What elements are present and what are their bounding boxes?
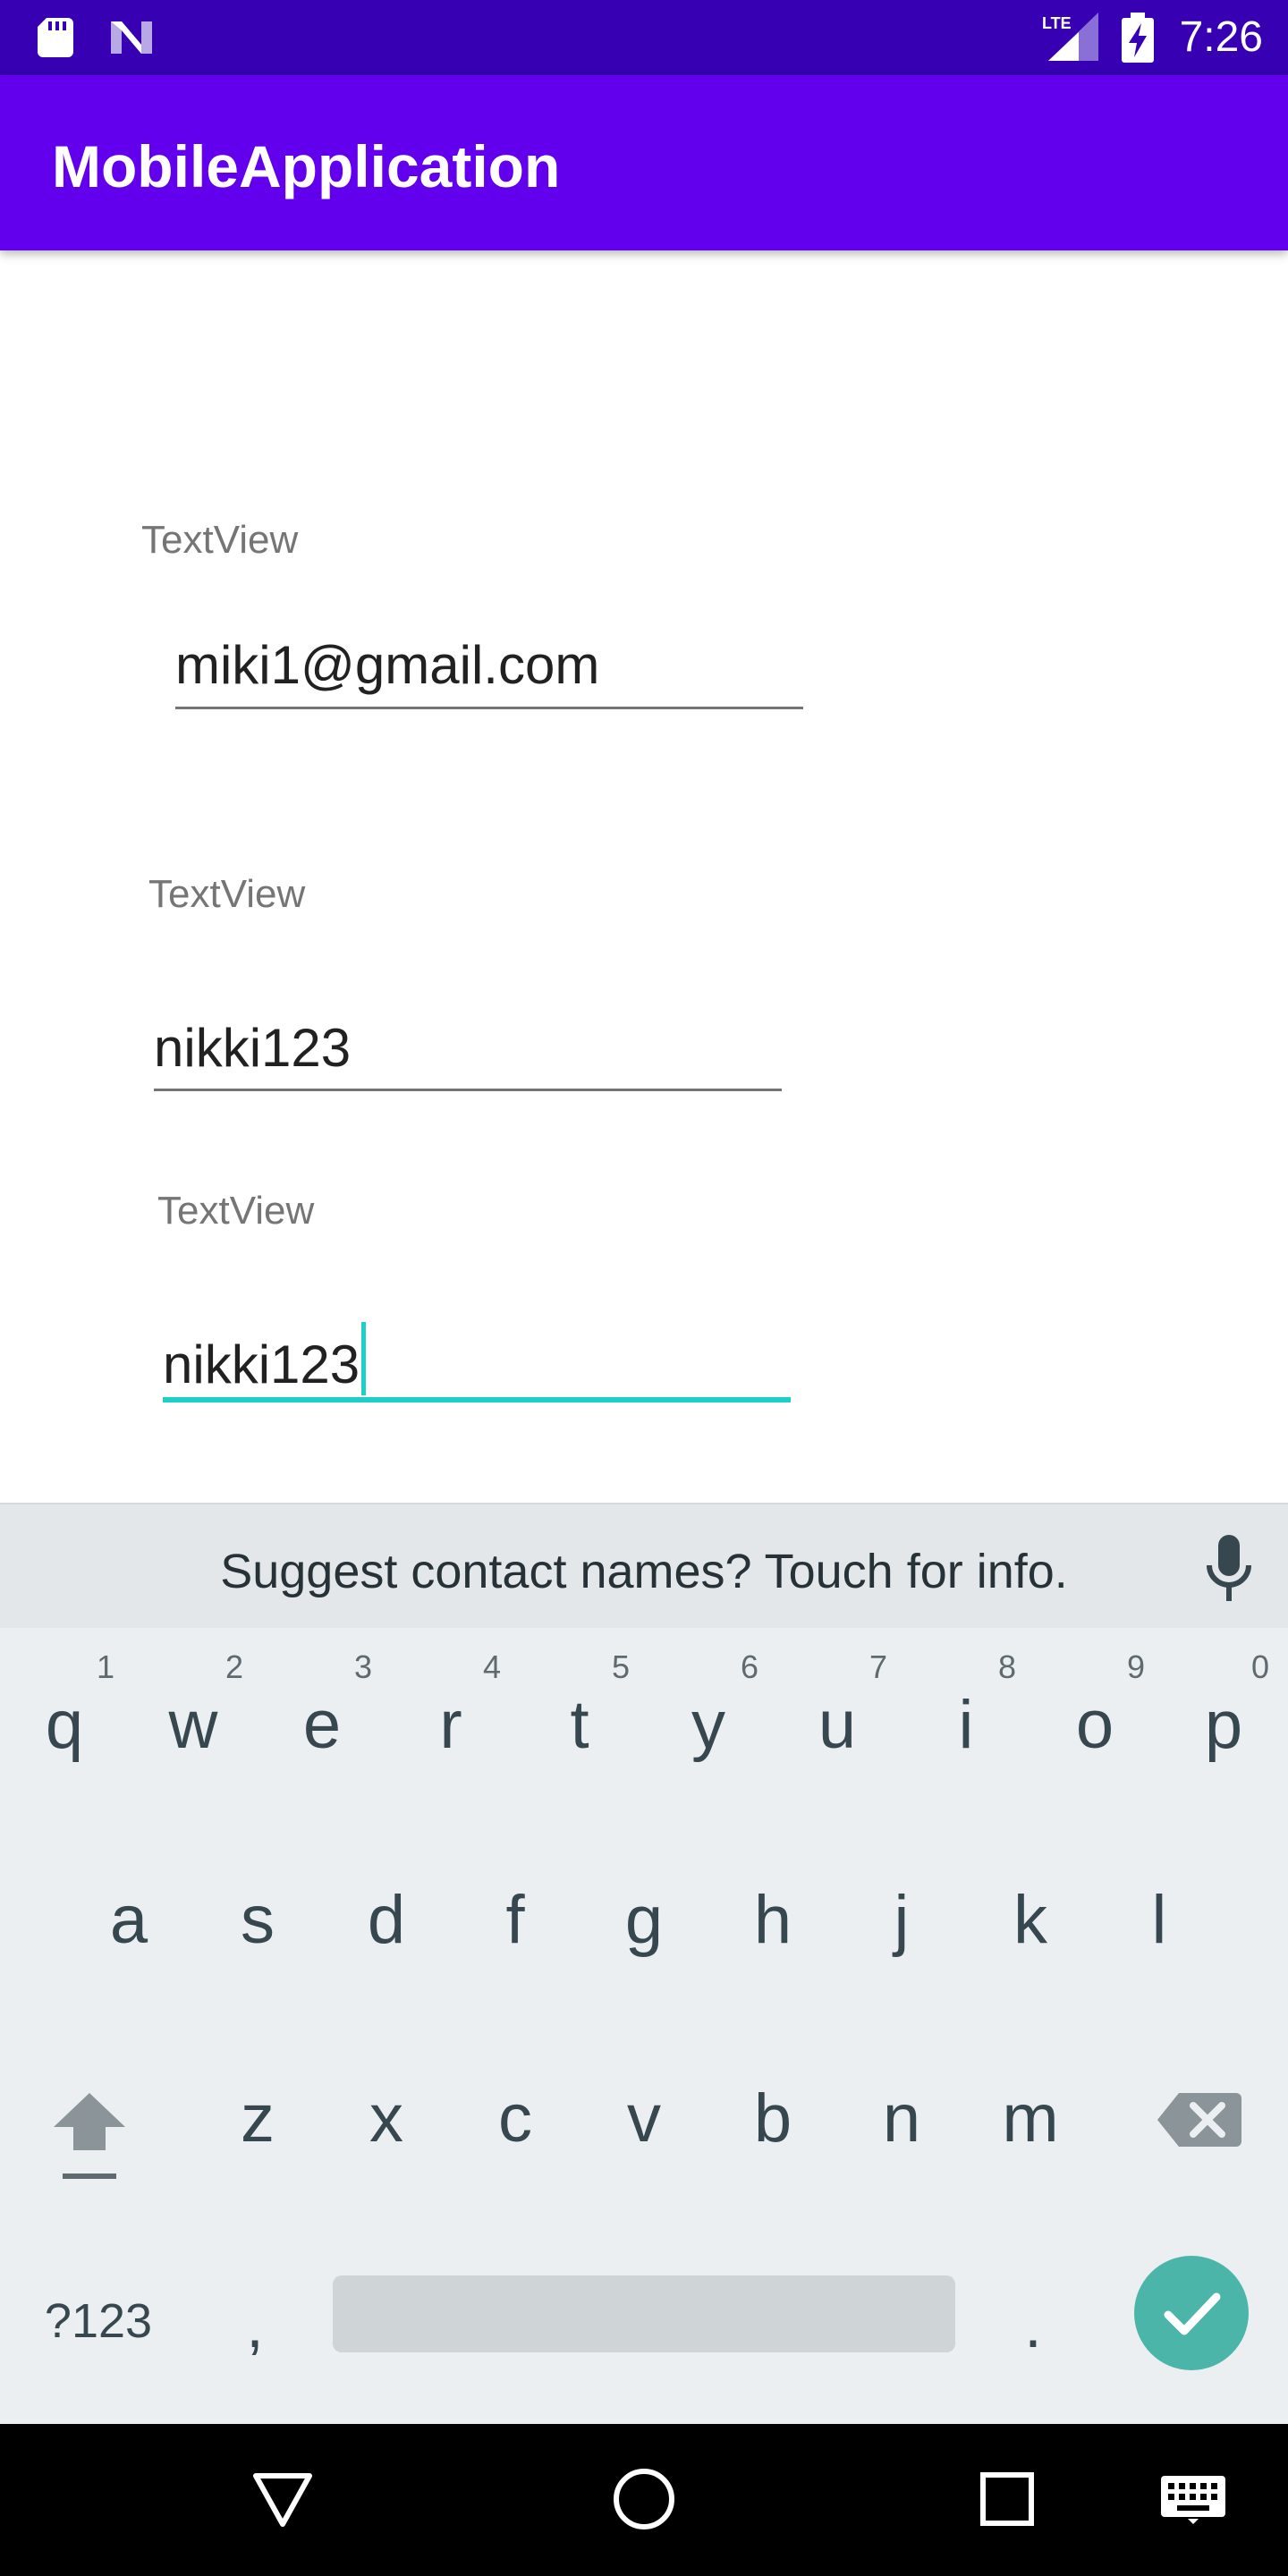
password-field[interactable]: nikki123 xyxy=(154,1016,351,1080)
comma-key[interactable]: , xyxy=(215,2290,295,2361)
key-v[interactable]: v xyxy=(580,2079,708,2159)
navigation-bar xyxy=(0,2424,1288,2576)
status-time: 7:26 xyxy=(1179,13,1263,61)
key-hint: 7 xyxy=(869,1648,888,1685)
symbols-key[interactable]: ?123 xyxy=(36,2290,161,2352)
confirm-password-value: nikki123 xyxy=(163,1335,360,1394)
back-icon[interactable] xyxy=(250,2467,315,2531)
confirm-password-field[interactable]: nikki123 xyxy=(163,1322,367,1397)
key-x[interactable]: x xyxy=(322,2079,451,2159)
backspace-icon[interactable] xyxy=(1154,2084,1243,2156)
recents-icon[interactable] xyxy=(979,2470,1036,2528)
key-g[interactable]: g xyxy=(580,1880,708,1961)
password-field-underline xyxy=(154,1089,782,1091)
key-u[interactable]: u xyxy=(773,1685,902,1766)
app-title: MobileApplication xyxy=(52,133,561,199)
key-h[interactable]: h xyxy=(708,1880,837,1961)
n-logo-icon xyxy=(111,21,152,54)
key-hint: 9 xyxy=(1126,1648,1146,1685)
key-z[interactable]: z xyxy=(193,2079,322,2159)
key-n[interactable]: n xyxy=(837,2079,966,2159)
signal-icon xyxy=(1048,13,1098,61)
microphone-icon[interactable] xyxy=(1202,1535,1256,1605)
key-hint: 3 xyxy=(353,1648,373,1685)
key-q[interactable]: q xyxy=(0,1685,129,1766)
keyboard-switch-icon[interactable] xyxy=(1161,2476,1225,2524)
home-icon[interactable] xyxy=(610,2465,678,2533)
email-field-underline xyxy=(175,707,803,709)
key-hint: 4 xyxy=(482,1648,502,1685)
key-j[interactable]: j xyxy=(837,1880,966,1961)
confirm-password-field-underline xyxy=(163,1397,791,1402)
key-hint: 2 xyxy=(225,1648,244,1685)
key-c[interactable]: c xyxy=(451,2079,580,2159)
key-a[interactable]: a xyxy=(64,1880,193,1961)
done-key[interactable] xyxy=(1134,2256,1249,2370)
keyboard: 1 2 3 4 5 6 7 8 9 0 q w e r t y u i o p … xyxy=(0,1628,1288,2424)
suggestion-text[interactable]: Suggest contact names? Touch for info. xyxy=(0,1540,1288,1603)
field-label-3: TextView xyxy=(157,1189,315,1233)
app-bar: MobileApplication xyxy=(0,75,1288,250)
text-cursor xyxy=(361,1322,367,1395)
key-i[interactable]: i xyxy=(902,1685,1030,1766)
key-p[interactable]: p xyxy=(1159,1685,1288,1766)
key-f[interactable]: f xyxy=(451,1880,580,1961)
field-label-2: TextView xyxy=(148,872,306,916)
key-l[interactable]: l xyxy=(1095,1880,1224,1961)
checkmark-icon xyxy=(1164,2292,1221,2335)
sdcard-icon xyxy=(38,18,73,57)
shift-icon[interactable] xyxy=(45,2084,134,2182)
key-hint: 5 xyxy=(611,1648,631,1685)
email-field[interactable]: miki1@gmail.com xyxy=(175,633,599,698)
field-label-1: TextView xyxy=(141,518,299,562)
key-m[interactable]: m xyxy=(966,2079,1095,2159)
key-s[interactable]: s xyxy=(193,1880,322,1961)
period-key[interactable]: . xyxy=(993,2290,1073,2361)
key-hint: 8 xyxy=(997,1648,1017,1685)
battery-charging-icon xyxy=(1122,13,1154,63)
key-r[interactable]: r xyxy=(386,1685,515,1766)
space-key[interactable] xyxy=(333,2275,955,2352)
key-y[interactable]: y xyxy=(644,1685,773,1766)
key-hint: 0 xyxy=(1250,1648,1270,1685)
key-d[interactable]: d xyxy=(322,1880,451,1961)
key-o[interactable]: o xyxy=(1030,1685,1159,1766)
key-t[interactable]: t xyxy=(515,1685,644,1766)
key-w[interactable]: w xyxy=(129,1685,258,1766)
key-hint: 6 xyxy=(740,1648,759,1685)
suggestion-strip[interactable]: Suggest contact names? Touch for info. xyxy=(0,1503,1288,1628)
key-b[interactable]: b xyxy=(708,2079,837,2159)
status-bar: LTE 7:26 xyxy=(0,0,1288,75)
key-e[interactable]: e xyxy=(258,1685,386,1766)
key-k[interactable]: k xyxy=(966,1880,1095,1961)
key-hint: 1 xyxy=(96,1648,115,1685)
